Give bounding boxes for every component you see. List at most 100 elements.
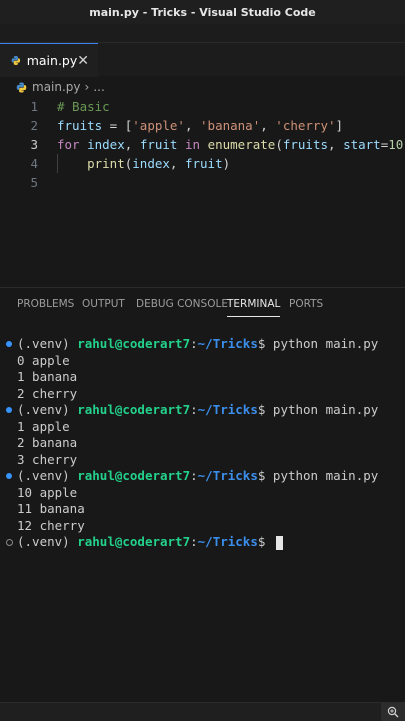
prompt-user: rahul@coderart7 bbox=[77, 402, 191, 417]
status-bar bbox=[0, 702, 405, 721]
code-token: , bbox=[328, 137, 344, 152]
terminal-command: python main.py bbox=[272, 468, 379, 483]
breadcrumb-file[interactable]: main.py bbox=[32, 80, 81, 94]
command-status-dot[interactable] bbox=[6, 539, 13, 546]
code-text: fruits = ['apple', 'banana', 'cherry'] bbox=[57, 116, 343, 135]
line-number: 1 bbox=[30, 99, 38, 114]
prompt-dollar: $ bbox=[257, 468, 273, 483]
terminal-output: 11 banana bbox=[17, 501, 85, 516]
prompt-user: rahul@coderart7 bbox=[77, 534, 191, 549]
terminal-command: python main.py bbox=[272, 336, 379, 351]
code-token: index bbox=[87, 137, 125, 152]
code-text: print(index, fruit) bbox=[57, 154, 230, 173]
prompt-dollar: $ bbox=[257, 402, 273, 417]
code-token: fruit bbox=[184, 156, 223, 171]
terminal-text: 12 cherry bbox=[17, 518, 85, 535]
tab-terminal[interactable]: TERMINAL bbox=[227, 288, 281, 320]
venv-label: (.venv) bbox=[17, 402, 78, 417]
line-number: 4 bbox=[30, 156, 38, 171]
code-token: 'cherry' bbox=[275, 118, 336, 133]
code-line[interactable]: 1 # Basic bbox=[0, 97, 405, 116]
terminal-output: 0 apple bbox=[17, 352, 70, 368]
prompt-separator: : bbox=[190, 402, 198, 417]
code-token: ( bbox=[275, 137, 283, 152]
venv-label: (.venv) bbox=[17, 534, 78, 549]
code-token: 'banana' bbox=[200, 118, 261, 133]
terminal-output-line: 1 apple bbox=[0, 419, 405, 436]
code-token: # Basic bbox=[57, 99, 110, 114]
zoom-in-icon[interactable] bbox=[381, 703, 405, 721]
code-line[interactable]: 4 print(index, fruit) bbox=[0, 154, 405, 173]
code-text: # Basic bbox=[57, 97, 110, 116]
code-token: fruit bbox=[139, 137, 178, 152]
breadcrumb-more[interactable]: ... bbox=[93, 80, 104, 94]
code-token: for bbox=[57, 137, 80, 152]
tab-output[interactable]: OUTPUT bbox=[82, 288, 125, 320]
terminal-text: 1 apple bbox=[17, 419, 70, 436]
terminal-output-line: 11 banana bbox=[0, 501, 405, 518]
close-icon[interactable]: ✕ bbox=[77, 53, 89, 69]
terminal-text: (.venv) rahul@coderart7:~/Tricks$ bbox=[17, 534, 283, 551]
venv-label: (.venv) bbox=[17, 336, 78, 351]
prompt-path: ~/Tricks bbox=[197, 534, 258, 549]
terminal-output: 2 cherry bbox=[17, 385, 78, 401]
tab-main-py[interactable]: main.py ✕ bbox=[0, 43, 98, 77]
terminal[interactable]: (.venv) rahul@coderart7:~/Tricks$ python… bbox=[0, 336, 405, 701]
terminal-text: 10 apple bbox=[17, 485, 77, 502]
tab-debug-console[interactable]: DEBUG CONSOLE bbox=[136, 288, 228, 320]
code-token: enumerate bbox=[207, 137, 276, 152]
command-status-dot[interactable] bbox=[6, 341, 12, 347]
line-number: 3 bbox=[30, 137, 38, 152]
prompt-path: ~/Tricks bbox=[197, 336, 258, 351]
terminal-output-line: 12 cherry bbox=[0, 518, 405, 535]
terminal-text: (.venv) rahul@coderart7:~/Tricks$ python… bbox=[17, 336, 378, 353]
code-token: in bbox=[184, 137, 201, 152]
prompt-path: ~/Tricks bbox=[197, 402, 258, 417]
code-token: , bbox=[124, 137, 140, 152]
code-token: , bbox=[260, 118, 276, 133]
terminal-prompt-line: (.venv) rahul@coderart7:~/Tricks$ python… bbox=[0, 402, 405, 419]
code-token: index bbox=[132, 156, 170, 171]
code-line[interactable]: 3 for index, fruit in enumerate(fruits, s… bbox=[0, 135, 405, 154]
prompt-dollar: $ bbox=[257, 534, 273, 549]
code-line[interactable]: 5 bbox=[0, 173, 405, 192]
venv-label: (.venv) bbox=[17, 468, 78, 483]
terminal-prompt-line: (.venv) rahul@coderart7:~/Tricks$ python… bbox=[0, 468, 405, 485]
command-status-dot[interactable] bbox=[6, 407, 12, 413]
command-status-dot[interactable] bbox=[6, 473, 12, 479]
panel-tab-bar: PROBLEMS OUTPUT DEBUG CONSOLE TERMINAL P… bbox=[0, 288, 405, 320]
terminal-output: 3 cherry bbox=[17, 451, 78, 467]
terminal-output: 2 banana bbox=[17, 435, 78, 450]
code-token: fruits bbox=[282, 137, 328, 152]
tab-problems[interactable]: PROBLEMS bbox=[17, 288, 74, 320]
terminal-text: 1 banana bbox=[17, 369, 77, 386]
breadcrumb: main.py › ... bbox=[0, 77, 405, 97]
terminal-command: python main.py bbox=[272, 402, 379, 417]
line-number: 5 bbox=[30, 175, 38, 190]
code-token: ) bbox=[222, 156, 231, 171]
terminal-prompt-line: (.venv) rahul@coderart7:~/Tricks$ python… bbox=[0, 336, 405, 353]
prompt-path: ~/Tricks bbox=[197, 468, 258, 483]
python-icon bbox=[11, 56, 21, 65]
terminal-prompt-line: (.venv) rahul@coderart7:~/Tricks$ bbox=[0, 534, 405, 551]
terminal-output-line: 10 apple bbox=[0, 485, 405, 502]
code-line[interactable]: 2 fruits = ['apple', 'banana', 'cherry'] bbox=[0, 116, 405, 135]
window-title-bar: main.py - Tricks - Visual Studio Code bbox=[0, 0, 405, 24]
terminal-output-line: 1 banana bbox=[0, 369, 405, 386]
terminal-output-line: 3 cherry bbox=[0, 452, 405, 469]
code-token: 'apple' bbox=[132, 118, 185, 133]
code-editor[interactable]: 1 # Basic 2 fruits = ['apple', 'banana', 'c… bbox=[0, 97, 405, 287]
python-icon bbox=[16, 81, 27, 93]
code-token: ] bbox=[335, 118, 344, 133]
terminal-text: (.venv) rahul@coderart7:~/Tricks$ python… bbox=[17, 402, 378, 419]
tab-ports[interactable]: PORTS bbox=[289, 288, 323, 320]
code-token: fruits bbox=[57, 118, 103, 133]
code-token: , bbox=[169, 156, 185, 171]
terminal-output-line: 2 cherry bbox=[0, 386, 405, 403]
terminal-text: (.venv) rahul@coderart7:~/Tricks$ python… bbox=[17, 468, 378, 485]
window-title: main.py - Tricks - Visual Studio Code bbox=[89, 5, 316, 19]
